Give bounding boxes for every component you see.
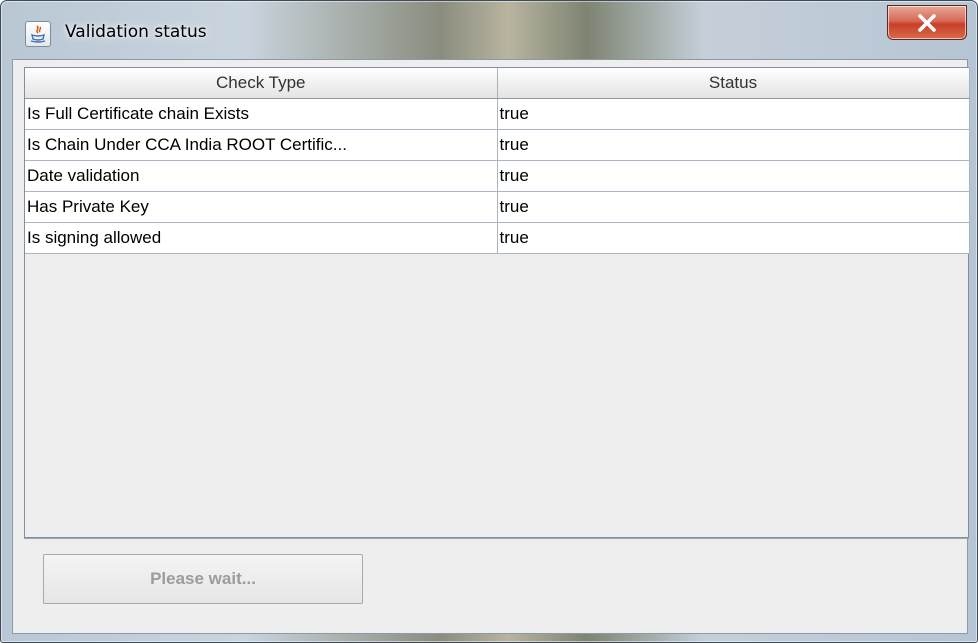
table-row[interactable]: Is Chain Under CCA India ROOT Certific..…: [25, 129, 970, 161]
please-wait-button[interactable]: Please wait...: [43, 554, 363, 604]
close-button[interactable]: [887, 5, 967, 40]
table-row[interactable]: Is Full Certificate chain Exists true: [25, 98, 970, 130]
bottom-divider: [24, 538, 969, 539]
status-cell[interactable]: true: [497, 191, 970, 223]
status-cell[interactable]: true: [497, 160, 970, 192]
table-row[interactable]: Date validation true: [25, 160, 970, 192]
close-icon: [918, 13, 936, 32]
table-header-row: Check Type Status: [25, 68, 970, 99]
status-cell[interactable]: true: [497, 98, 970, 130]
status-cell[interactable]: true: [497, 129, 970, 161]
check-type-cell[interactable]: Is signing allowed: [25, 222, 498, 254]
column-header-status[interactable]: Status: [497, 68, 970, 99]
check-type-cell[interactable]: Is Full Certificate chain Exists: [25, 98, 498, 130]
validation-table[interactable]: Check Type Status Is Full Certificate ch…: [25, 68, 970, 254]
java-icon[interactable]: [25, 21, 51, 47]
column-header-check-type[interactable]: Check Type: [25, 68, 498, 99]
validation-status-window: Validation status Check Type Status Is F…: [0, 0, 978, 643]
validation-table-container[interactable]: Check Type Status Is Full Certificate ch…: [24, 67, 970, 538]
check-type-cell[interactable]: Is Chain Under CCA India ROOT Certific..…: [25, 129, 498, 161]
dialog-content: Check Type Status Is Full Certificate ch…: [12, 59, 970, 634]
status-cell[interactable]: true: [497, 222, 970, 254]
window-title: Validation status: [65, 22, 207, 42]
title-bar[interactable]: Validation status: [1, 1, 977, 59]
table-row[interactable]: Has Private Key true: [25, 191, 970, 223]
check-type-cell[interactable]: Date validation: [25, 160, 498, 192]
check-type-cell[interactable]: Has Private Key: [25, 191, 498, 223]
table-row[interactable]: Is signing allowed true: [25, 222, 970, 254]
